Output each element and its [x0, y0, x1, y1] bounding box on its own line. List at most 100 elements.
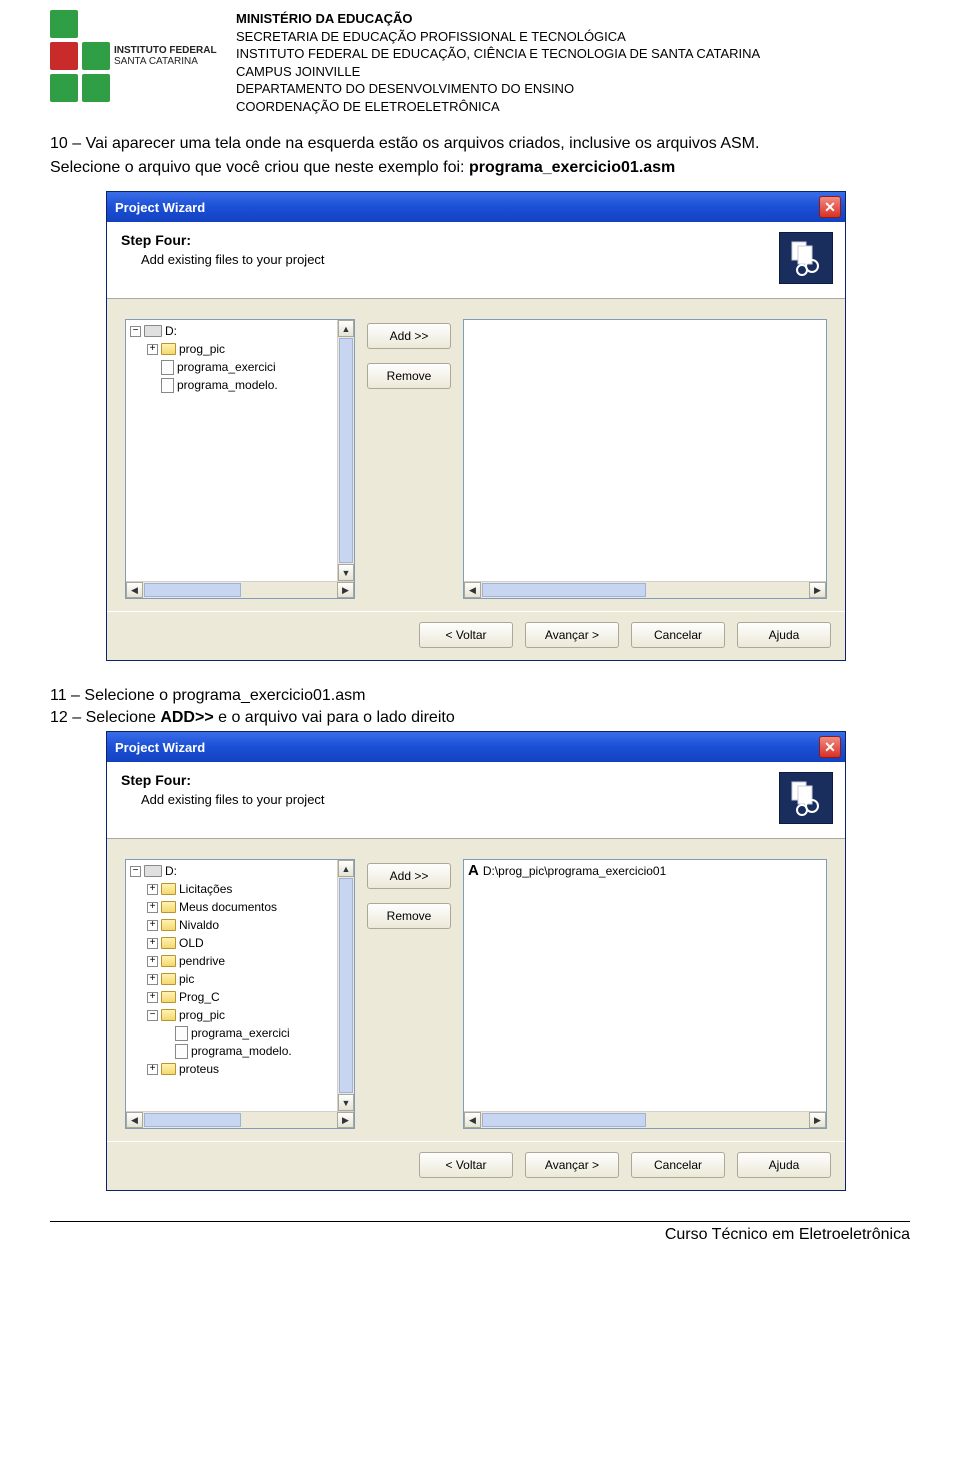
scroll-right-icon[interactable]: ▶	[809, 1112, 826, 1128]
scroll-left-icon[interactable]: ◀	[464, 582, 481, 598]
folder-label: prog_pic	[179, 340, 225, 358]
folder-icon	[161, 955, 176, 967]
vertical-scrollbar[interactable]: ▲ ▼	[337, 860, 354, 1111]
cancel-button[interactable]: Cancelar	[631, 1152, 725, 1178]
folder-label: pic	[179, 970, 194, 988]
window-title: Project Wizard	[115, 740, 205, 755]
horizontal-scrollbar[interactable]: ◀ ▶	[464, 1111, 826, 1128]
folder-label: prog_pic	[179, 1006, 225, 1024]
scroll-thumb[interactable]	[482, 1113, 646, 1127]
file-icon	[175, 1044, 188, 1059]
wizard-button-row: < Voltar Avançar > Cancelar Ajuda	[107, 1141, 845, 1190]
scroll-down-icon[interactable]: ▼	[338, 564, 354, 581]
wizard-header-icon	[779, 232, 833, 284]
help-button[interactable]: Ajuda	[737, 1152, 831, 1178]
horizontal-scrollbar[interactable]: ◀ ▶	[126, 581, 354, 598]
header-line-5: DEPARTAMENTO DO DESENVOLVIMENTO DO ENSIN…	[236, 80, 760, 98]
step12-lead: 12 – Selecione	[50, 709, 160, 726]
folder-icon	[161, 937, 176, 949]
scroll-up-icon[interactable]: ▲	[338, 860, 354, 877]
tree-file-row[interactable]: programa_modelo.	[130, 376, 354, 394]
scroll-thumb[interactable]	[339, 878, 353, 1093]
source-file-tree[interactable]: −D: +prog_pic programa_exercici programa…	[125, 319, 355, 599]
back-button[interactable]: < Voltar	[419, 1152, 513, 1178]
folder-icon	[161, 883, 176, 895]
paragraph-11: 11 – Selecione o programa_exercicio01.as…	[50, 687, 910, 705]
tree-file-row[interactable]: programa_exercici	[130, 358, 354, 376]
scroll-right-icon[interactable]: ▶	[337, 582, 354, 598]
tree-drive-row[interactable]: −D:	[130, 862, 354, 880]
footer-rule	[50, 1221, 910, 1222]
remove-button[interactable]: Remove	[367, 363, 451, 389]
close-icon[interactable]: ✕	[819, 736, 841, 758]
horizontal-scrollbar[interactable]: ◀ ▶	[464, 581, 826, 598]
tree-file-row[interactable]: programa_modelo.	[130, 1042, 354, 1060]
add-button[interactable]: Add >>	[367, 863, 451, 889]
folder-label: Prog_C	[179, 988, 220, 1006]
horizontal-scrollbar[interactable]: ◀ ▶	[126, 1111, 354, 1128]
scroll-thumb[interactable]	[339, 338, 353, 563]
folder-label: Nivaldo	[179, 916, 219, 934]
cancel-button[interactable]: Cancelar	[631, 622, 725, 648]
tree-file-row[interactable]: programa_exercici	[130, 1024, 354, 1042]
scroll-thumb[interactable]	[144, 1113, 241, 1127]
institution-logo: INSTITUTO FEDERAL SANTA CATARINA	[50, 10, 220, 102]
drive-icon	[144, 325, 162, 337]
remove-button[interactable]: Remove	[367, 903, 451, 929]
step11-lead: 11 – Selecione o	[50, 687, 172, 704]
scroll-thumb[interactable]	[144, 583, 241, 597]
paragraph-10b: Selecione o arquivo que você criou que n…	[50, 159, 910, 177]
titlebar[interactable]: Project Wizard ✕	[107, 192, 845, 222]
tree-folder-row[interactable]: +OLD	[130, 934, 354, 952]
source-file-tree[interactable]: −D: +Licitações +Meus documentos +Nivald…	[125, 859, 355, 1129]
paragraph-10: 10 – Vai aparecer uma tela onde na esque…	[50, 135, 910, 153]
file-label: programa_exercici	[191, 1024, 290, 1042]
scroll-left-icon[interactable]: ◀	[464, 1112, 481, 1128]
close-icon[interactable]: ✕	[819, 196, 841, 218]
next-button[interactable]: Avançar >	[525, 622, 619, 648]
tree-folder-row[interactable]: +Meus documentos	[130, 898, 354, 916]
folder-label: Licitações	[179, 880, 232, 898]
back-button[interactable]: < Voltar	[419, 622, 513, 648]
document-header: INSTITUTO FEDERAL SANTA CATARINA MINISTÉ…	[50, 10, 910, 115]
selected-files-pane[interactable]: A D:\prog_pic\programa_exercicio01 ◀ ▶	[463, 859, 827, 1129]
header-line-3: INSTITUTO FEDERAL DE EDUCAÇÃO, CIÊNCIA E…	[236, 45, 760, 63]
step-header: Step Four: Add existing files to your pr…	[107, 222, 845, 299]
step-title: Step Four:	[121, 232, 325, 248]
paragraph-10b-text: Selecione o arquivo que você criou que n…	[50, 159, 469, 176]
step12-add: ADD>>	[160, 709, 213, 726]
tree-folder-row[interactable]: +proteus	[130, 1060, 354, 1078]
tree-folder-row[interactable]: +Prog_C	[130, 988, 354, 1006]
project-wizard-dialog-2: Project Wizard ✕ Step Four: Add existing…	[106, 731, 846, 1191]
tree-drive-row[interactable]: −D:	[130, 322, 354, 340]
selected-file-row[interactable]: A D:\prog_pic\programa_exercicio01	[464, 860, 826, 881]
add-button[interactable]: Add >>	[367, 323, 451, 349]
scroll-right-icon[interactable]: ▶	[809, 582, 826, 598]
tree-folder-row[interactable]: +pendrive	[130, 952, 354, 970]
wizard-button-row: < Voltar Avançar > Cancelar Ajuda	[107, 611, 845, 660]
tree-folder-row[interactable]: +prog_pic	[130, 340, 354, 358]
scroll-thumb[interactable]	[482, 583, 646, 597]
step-header: Step Four: Add existing files to your pr…	[107, 762, 845, 839]
titlebar[interactable]: Project Wizard ✕	[107, 732, 845, 762]
scroll-down-icon[interactable]: ▼	[338, 1094, 354, 1111]
selected-files-pane[interactable]: ◀ ▶	[463, 319, 827, 599]
wizard-header-icon	[779, 772, 833, 824]
step12-rest: e o arquivo vai para o lado direito	[214, 709, 455, 726]
tree-folder-row[interactable]: +Licitações	[130, 880, 354, 898]
scroll-right-icon[interactable]: ▶	[337, 1112, 354, 1128]
header-line-6: COORDENAÇÃO DE ELETROELETRÔNICA	[236, 98, 760, 116]
help-button[interactable]: Ajuda	[737, 622, 831, 648]
scroll-left-icon[interactable]: ◀	[126, 582, 143, 598]
vertical-scrollbar[interactable]: ▲ ▼	[337, 320, 354, 581]
tree-folder-row[interactable]: +pic	[130, 970, 354, 988]
tree-folder-row[interactable]: +Nivaldo	[130, 916, 354, 934]
next-button[interactable]: Avançar >	[525, 1152, 619, 1178]
scroll-left-icon[interactable]: ◀	[126, 1112, 143, 1128]
step-subtitle: Add existing files to your project	[121, 792, 325, 807]
logo-line2: SANTA CATARINA	[114, 56, 217, 68]
scroll-up-icon[interactable]: ▲	[338, 320, 354, 337]
file-icon	[161, 360, 174, 375]
file-label: programa_modelo.	[191, 1042, 292, 1060]
tree-folder-row[interactable]: −prog_pic	[130, 1006, 354, 1024]
